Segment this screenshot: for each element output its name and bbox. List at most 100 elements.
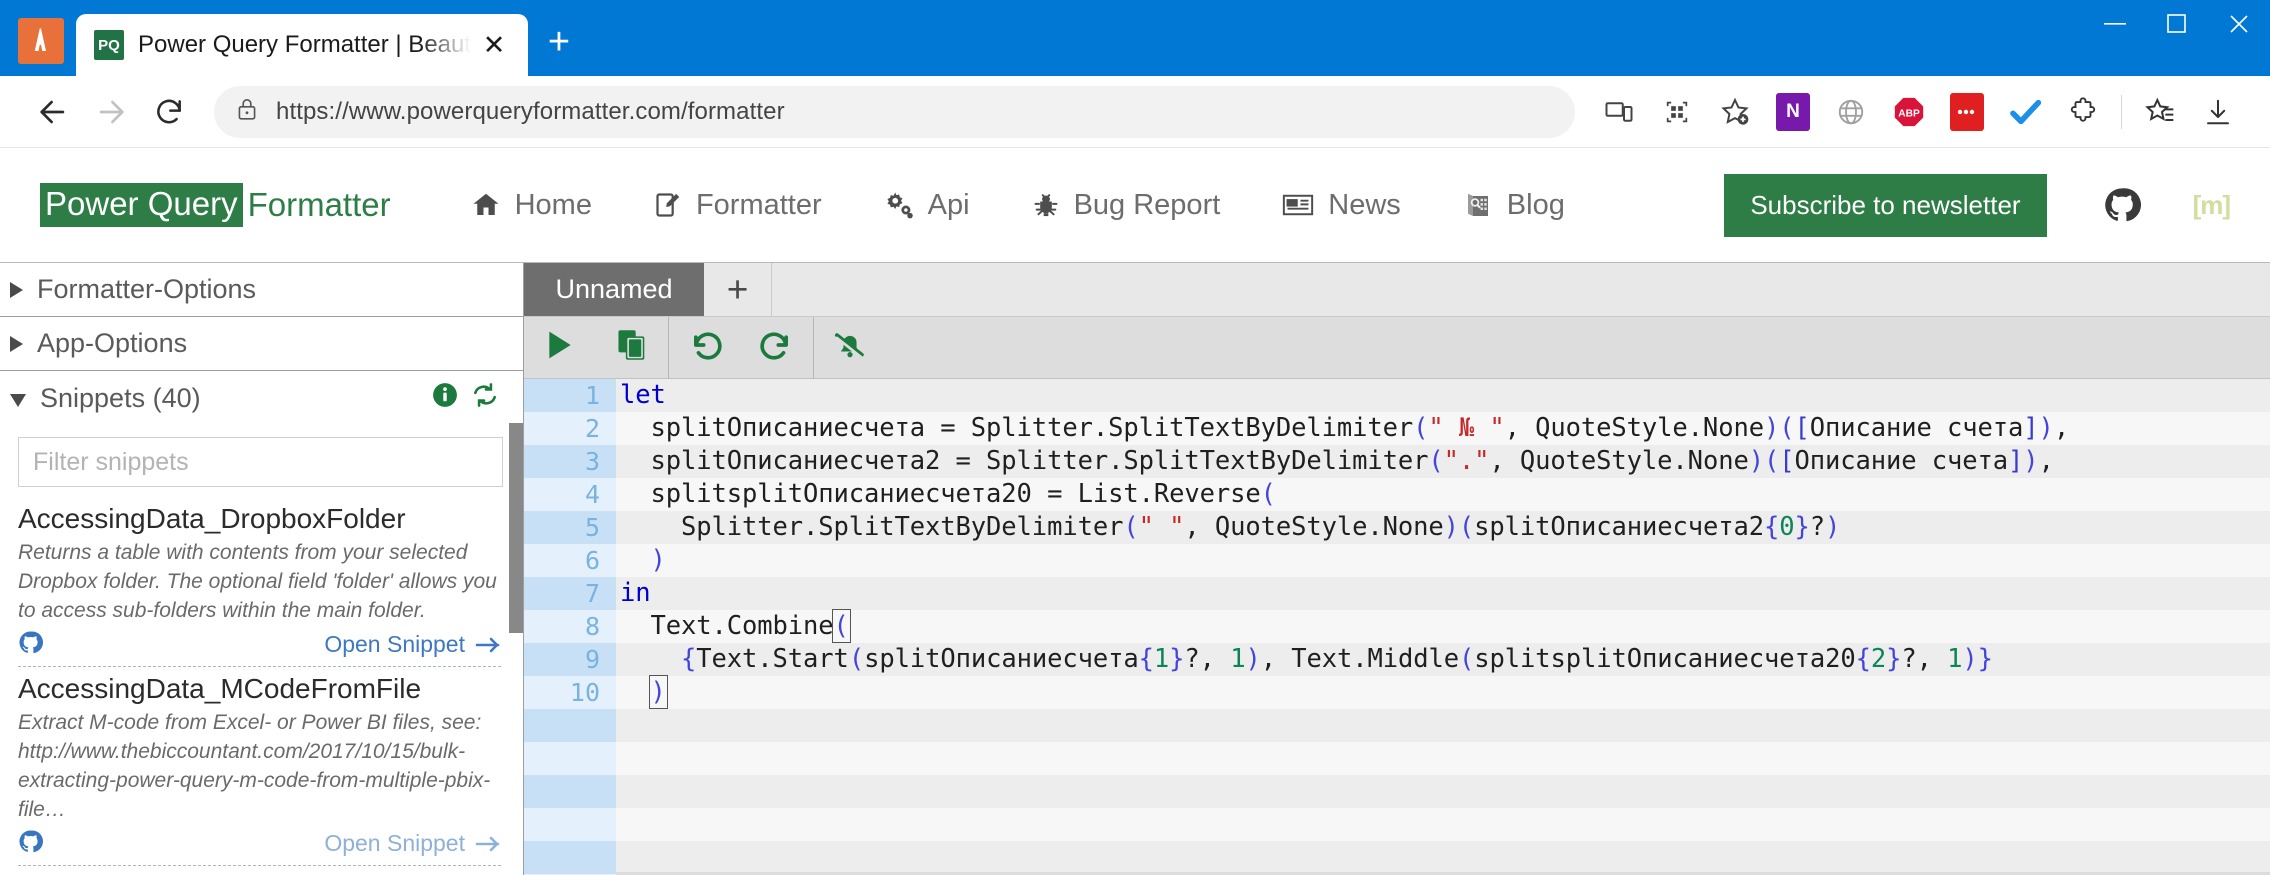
globe-extension-icon[interactable]	[1823, 84, 1879, 140]
mute-button[interactable]	[814, 317, 886, 379]
github-icon[interactable]	[2103, 186, 2141, 224]
line-number: 3	[524, 445, 616, 478]
sidebar-scrollbar[interactable]	[509, 413, 523, 875]
info-icon[interactable]	[432, 382, 458, 415]
adblock-plus-icon[interactable]: ABP	[1881, 84, 1937, 140]
address-bar[interactable]: https://www.powerqueryformatter.com/form…	[214, 85, 1575, 138]
lock-icon	[236, 96, 258, 127]
page-content: Power Query Formatter Home Formatter Api…	[0, 148, 2270, 875]
svg-text:ABP: ABP	[1898, 108, 1920, 119]
sidebar-section-formatter-options-label: Formatter-Options	[37, 274, 257, 304]
nav-item-home[interactable]: Home	[471, 189, 592, 222]
nav-item-news-label: News	[1328, 188, 1401, 221]
browser-tab[interactable]: PQ Power Query Formatter | Beautify ✕	[76, 14, 528, 76]
blue-check-extension-icon[interactable]	[1997, 84, 2053, 140]
reload-icon[interactable]	[140, 83, 198, 141]
code-line[interactable]: {Text.Start(splitОписаниесчета{1}?, 1), …	[616, 643, 2270, 676]
format-run-button[interactable]	[524, 317, 596, 379]
snippet-footer: Open Snippet	[18, 829, 501, 865]
close-window-button[interactable]	[2208, 0, 2270, 48]
list-item[interactable]: AccessingData_DropboxFolder Returns a ta…	[18, 497, 501, 667]
red-dots-extension-icon[interactable]	[1939, 84, 1995, 140]
list-item[interactable]: AccessingData_MCodeFromFile Extract M-co…	[18, 667, 501, 866]
favorites-list-icon[interactable]	[2132, 84, 2188, 140]
redo-button[interactable]	[741, 317, 813, 379]
nav-item-formatter[interactable]: Formatter	[654, 189, 822, 222]
close-tab-icon[interactable]: ✕	[474, 31, 514, 59]
onenote-glyph: N	[1776, 92, 1810, 131]
sidebar-section-formatter-options[interactable]: Formatter-Options	[0, 263, 523, 317]
github-icon[interactable]	[18, 829, 43, 859]
arrow-right-icon	[475, 836, 500, 852]
sidebar-section-snippets-label: Snippets (40)	[40, 382, 201, 413]
site-brand-logo[interactable]: Power Query Formatter	[40, 183, 391, 227]
collections-icon[interactable]	[1649, 84, 1705, 140]
minimize-button[interactable]	[2084, 0, 2146, 48]
editor-tab-unnamed[interactable]: Unnamed	[524, 263, 704, 316]
code-line[interactable]: )	[616, 675, 2270, 709]
filter-snippets-input[interactable]	[18, 437, 503, 487]
toolbar-divider	[2121, 94, 2122, 129]
line-number: 2	[524, 412, 616, 445]
add-editor-tab-button[interactable]: +	[704, 263, 772, 316]
chevron-right-icon	[10, 335, 23, 352]
line-number: 4	[524, 478, 616, 511]
nav-item-api-label: Api	[927, 188, 970, 221]
refresh-icon[interactable]	[471, 382, 499, 415]
nav-item-api[interactable]: Api	[884, 189, 970, 222]
code-area[interactable]: 1 2 3 4 5 6 7 8 9 10 let splitОписаниесч…	[524, 379, 2270, 875]
nav-item-blog[interactable]: Blog	[1463, 189, 1565, 222]
line-number-empty	[524, 742, 616, 775]
code-line-empty[interactable]	[616, 709, 2270, 742]
code-lines[interactable]: let splitОписаниесчета = Splitter.SplitT…	[616, 379, 2270, 875]
sidebar-scrollbar-thumb[interactable]	[509, 423, 523, 633]
code-line-empty[interactable]	[616, 841, 2270, 874]
puzzle-extensions-icon[interactable]	[2055, 84, 2111, 140]
cast-to-device-icon[interactable]	[1591, 84, 1647, 140]
undo-button[interactable]	[669, 317, 741, 379]
downloads-icon[interactable]	[2190, 84, 2246, 140]
nav-item-bug-report[interactable]: Bug Report	[1032, 189, 1220, 222]
code-line-empty[interactable]	[616, 742, 2270, 775]
nav-item-news[interactable]: News	[1282, 189, 1401, 222]
github-icon[interactable]	[18, 630, 43, 660]
add-to-favorites-icon[interactable]	[1707, 84, 1763, 140]
tab-favicon-icon: PQ	[94, 30, 124, 60]
new-tab-button[interactable]: +	[528, 14, 590, 76]
chevron-right-icon	[10, 281, 23, 298]
nav-item-formatter-label: Formatter	[695, 188, 822, 221]
code-line-empty[interactable]	[616, 808, 2270, 841]
undo-icon	[688, 329, 722, 366]
snippet-title: AccessingData_MCodeFromFile	[18, 672, 422, 704]
editor-tab-label: Unnamed	[555, 274, 673, 304]
site-nav-links: Home Formatter Api Bug Report News Blog	[471, 189, 1627, 222]
maximize-button[interactable]	[2146, 0, 2208, 48]
code-line[interactable]: splitОписаниесчета2 = Splitter.SplitText…	[616, 445, 2270, 478]
subscribe-newsletter-button[interactable]: Subscribe to newsletter	[1724, 173, 2047, 237]
sidebar-section-app-options[interactable]: App-Options	[0, 317, 523, 371]
code-line[interactable]: splitОписаниесчета = Splitter.SplitTextB…	[616, 412, 2270, 445]
line-number-empty	[524, 808, 616, 841]
code-line[interactable]: Splitter.SplitTextByDelimiter(" ", Quote…	[616, 511, 2270, 544]
code-line[interactable]: splitsplitОписаниесчета20 = List.Reverse…	[616, 478, 2270, 511]
code-line-empty[interactable]	[616, 775, 2270, 808]
edit-icon	[654, 191, 682, 219]
code-line[interactable]: in	[616, 577, 2270, 610]
copy-icon	[617, 329, 647, 366]
onenote-extension-icon[interactable]: N	[1765, 84, 1821, 140]
code-line[interactable]: let	[616, 379, 2270, 412]
sidebar-section-snippets[interactable]: Snippets (40)	[0, 371, 523, 425]
back-arrow-icon[interactable]	[24, 83, 82, 141]
open-snippet-button[interactable]: Open Snippet	[324, 631, 501, 658]
copy-button[interactable]	[596, 317, 668, 379]
open-snippet-button[interactable]: Open Snippet	[324, 830, 501, 857]
code-line[interactable]: )	[616, 544, 2270, 577]
nav-item-blog-label: Blog	[1506, 188, 1565, 221]
line-number-empty	[524, 775, 616, 808]
editor-toolbar-group-notify	[814, 317, 886, 378]
app-logo-icon	[18, 18, 64, 64]
line-number: 5	[524, 511, 616, 544]
tab-title: Power Query Formatter | Beautify	[138, 31, 474, 58]
bell-slash-icon	[833, 329, 867, 366]
code-line[interactable]: Text.Combine(	[616, 609, 2270, 643]
